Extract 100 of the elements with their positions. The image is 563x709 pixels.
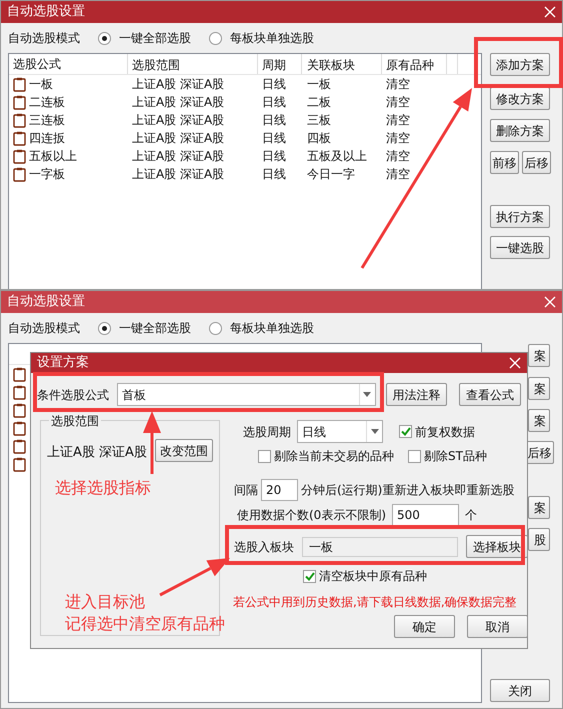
checkbox-label[interactable]: 剔除ST品种 bbox=[424, 447, 487, 465]
close-icon[interactable] bbox=[544, 6, 556, 18]
dropdown-arrow-icon[interactable] bbox=[370, 429, 378, 434]
group-legend: 选股范围 bbox=[49, 412, 101, 430]
table-cell-text: 上证A股 深证A股 bbox=[131, 166, 226, 183]
formula-dropdown[interactable]: 首板 bbox=[117, 383, 376, 406]
formula-name[interactable]: 四连扳 bbox=[29, 129, 65, 147]
checkbox[interactable] bbox=[303, 570, 316, 582]
table-cell-text: 上证A股 深证A股 bbox=[131, 130, 226, 147]
table-cell-text: 今日一字 bbox=[306, 166, 356, 183]
change-scope-button[interactable]: 改变范围 bbox=[155, 439, 213, 462]
window-title: 设置方案 bbox=[37, 354, 89, 372]
interval-label: 间隔 bbox=[234, 482, 258, 499]
mode-label: 自动选股模式 bbox=[8, 320, 80, 337]
table-cell-text: 清空 bbox=[385, 76, 411, 93]
table-cell-text: 日线 bbox=[261, 166, 287, 183]
action-button[interactable]: 执行方案 bbox=[490, 205, 550, 228]
checkbox-label[interactable]: 前复权数据 bbox=[415, 422, 475, 440]
dropdown-arrow-icon[interactable] bbox=[363, 392, 372, 397]
action-button[interactable]: 案 bbox=[528, 377, 550, 400]
arrow bbox=[159, 558, 230, 596]
table-cell-text: 上证A股 深证A股 bbox=[131, 148, 226, 165]
formula-name[interactable]: 三连板 bbox=[29, 111, 65, 129]
checkbox-label[interactable]: 清空板块中原有品种 bbox=[319, 567, 427, 585]
column-header[interactable]: 选股范围 bbox=[128, 54, 258, 74]
clipboard-icon bbox=[13, 456, 26, 472]
radio-label[interactable]: 一键全部选股 bbox=[119, 319, 191, 337]
column-header[interactable]: 原有品种 bbox=[382, 54, 447, 74]
formula-name[interactable]: 一字板 bbox=[29, 165, 65, 183]
clipboard-icon bbox=[13, 438, 26, 454]
radio-button[interactable] bbox=[209, 322, 222, 334]
clipboard-icon bbox=[13, 366, 26, 382]
table-cell-text: 日线 bbox=[261, 112, 287, 129]
action-button[interactable]: 修改方案 bbox=[490, 87, 550, 110]
clipboard-icon bbox=[13, 402, 26, 418]
action-button[interactable]: 股 bbox=[528, 528, 550, 551]
action-button[interactable]: 添加方案 bbox=[490, 53, 550, 76]
radio-label[interactable]: 每板块单独选股 bbox=[230, 29, 314, 47]
table-cell-text: 五板及以上 bbox=[306, 148, 368, 165]
clipboard-icon bbox=[13, 384, 26, 400]
count-field[interactable]: 500 bbox=[392, 504, 459, 526]
formula-name[interactable]: 二连板 bbox=[29, 93, 65, 111]
select-sector-button[interactable]: 选择板块 bbox=[466, 535, 528, 558]
checkbox-label[interactable]: 剔除当前未交易的品种 bbox=[274, 447, 394, 465]
action-button[interactable]: 一键选股 bbox=[490, 236, 550, 259]
radio-label[interactable]: 每板块单独选股 bbox=[230, 319, 314, 337]
clipboard-icon bbox=[13, 420, 26, 436]
action-button[interactable]: 前移 bbox=[490, 151, 519, 174]
formula-name[interactable]: 一板 bbox=[29, 75, 53, 93]
column-header[interactable]: 关联板块 bbox=[302, 54, 382, 74]
formula-name[interactable]: 五板以上 bbox=[29, 147, 77, 165]
table-cell-text: 二板 bbox=[306, 94, 332, 111]
table-cell-text: 清空 bbox=[385, 112, 411, 129]
clipboard-icon bbox=[13, 148, 26, 164]
cancel-button[interactable]: 取消 bbox=[467, 615, 528, 638]
checkbox[interactable] bbox=[408, 450, 421, 462]
view-formula-button[interactable]: 查看公式 bbox=[459, 383, 521, 406]
warning-text: 若公式中用到历史数据,请下载日线数据,确保数据完整 bbox=[232, 594, 518, 611]
window-title: 自动选股设置 bbox=[7, 293, 85, 312]
radio-button[interactable] bbox=[98, 322, 111, 334]
action-button[interactable]: 案 bbox=[528, 409, 550, 432]
radio-button[interactable] bbox=[209, 32, 222, 44]
annotation-text: 选择选股指标 bbox=[55, 477, 151, 499]
close-icon[interactable] bbox=[509, 357, 521, 369]
action-button[interactable]: 案 bbox=[528, 344, 550, 367]
ok-button[interactable]: 确定 bbox=[394, 615, 455, 638]
period-dropdown[interactable]: 日线 bbox=[297, 420, 383, 443]
action-button[interactable]: 后移 bbox=[522, 151, 551, 174]
target-label: 选股入板块 bbox=[234, 538, 294, 556]
table-cell-text: 三板 bbox=[306, 112, 332, 129]
mode-label: 自动选股模式 bbox=[8, 30, 80, 47]
table-cell-text: 清空 bbox=[385, 130, 411, 147]
radio-label[interactable]: 一键全部选股 bbox=[119, 29, 191, 47]
table-cell-text: 四板 bbox=[306, 130, 332, 147]
clipboard-icon bbox=[13, 112, 26, 128]
radio-button[interactable] bbox=[98, 32, 111, 44]
table-cell-text: 清空 bbox=[385, 166, 411, 183]
table-cell-text: 日线 bbox=[261, 148, 287, 165]
table-cell-text: 清空 bbox=[385, 94, 411, 111]
action-button[interactable]: 案 bbox=[528, 496, 550, 519]
table-cell-text: 上证A股 深证A股 bbox=[131, 76, 226, 93]
action-button[interactable]: 关闭 bbox=[490, 679, 550, 702]
clipboard-icon bbox=[13, 76, 26, 92]
target-field: 一板 bbox=[302, 536, 458, 556]
interval-suffix: 分钟后(运行期)重新进入板块即重新选股 bbox=[301, 482, 514, 499]
usage-button[interactable]: 用法注释 bbox=[386, 383, 448, 406]
table-cell-text: 上证A股 深证A股 bbox=[131, 94, 226, 111]
table-cell-text: 清空 bbox=[385, 148, 411, 165]
table-cell-text: 日线 bbox=[261, 130, 287, 147]
checkbox[interactable] bbox=[258, 450, 271, 462]
clipboard-icon bbox=[13, 130, 26, 146]
column-header[interactable]: 选股公式 bbox=[9, 54, 128, 74]
column-header[interactable]: 周期 bbox=[258, 54, 302, 74]
action-button[interactable]: 删除方案 bbox=[490, 119, 550, 142]
check-icon bbox=[304, 572, 314, 580]
table-cell-text: 一板 bbox=[306, 76, 332, 93]
action-button[interactable]: 后移 bbox=[525, 441, 554, 464]
interval-field[interactable]: 20 bbox=[261, 479, 298, 501]
checkbox[interactable] bbox=[399, 425, 412, 438]
close-icon[interactable] bbox=[544, 296, 556, 308]
